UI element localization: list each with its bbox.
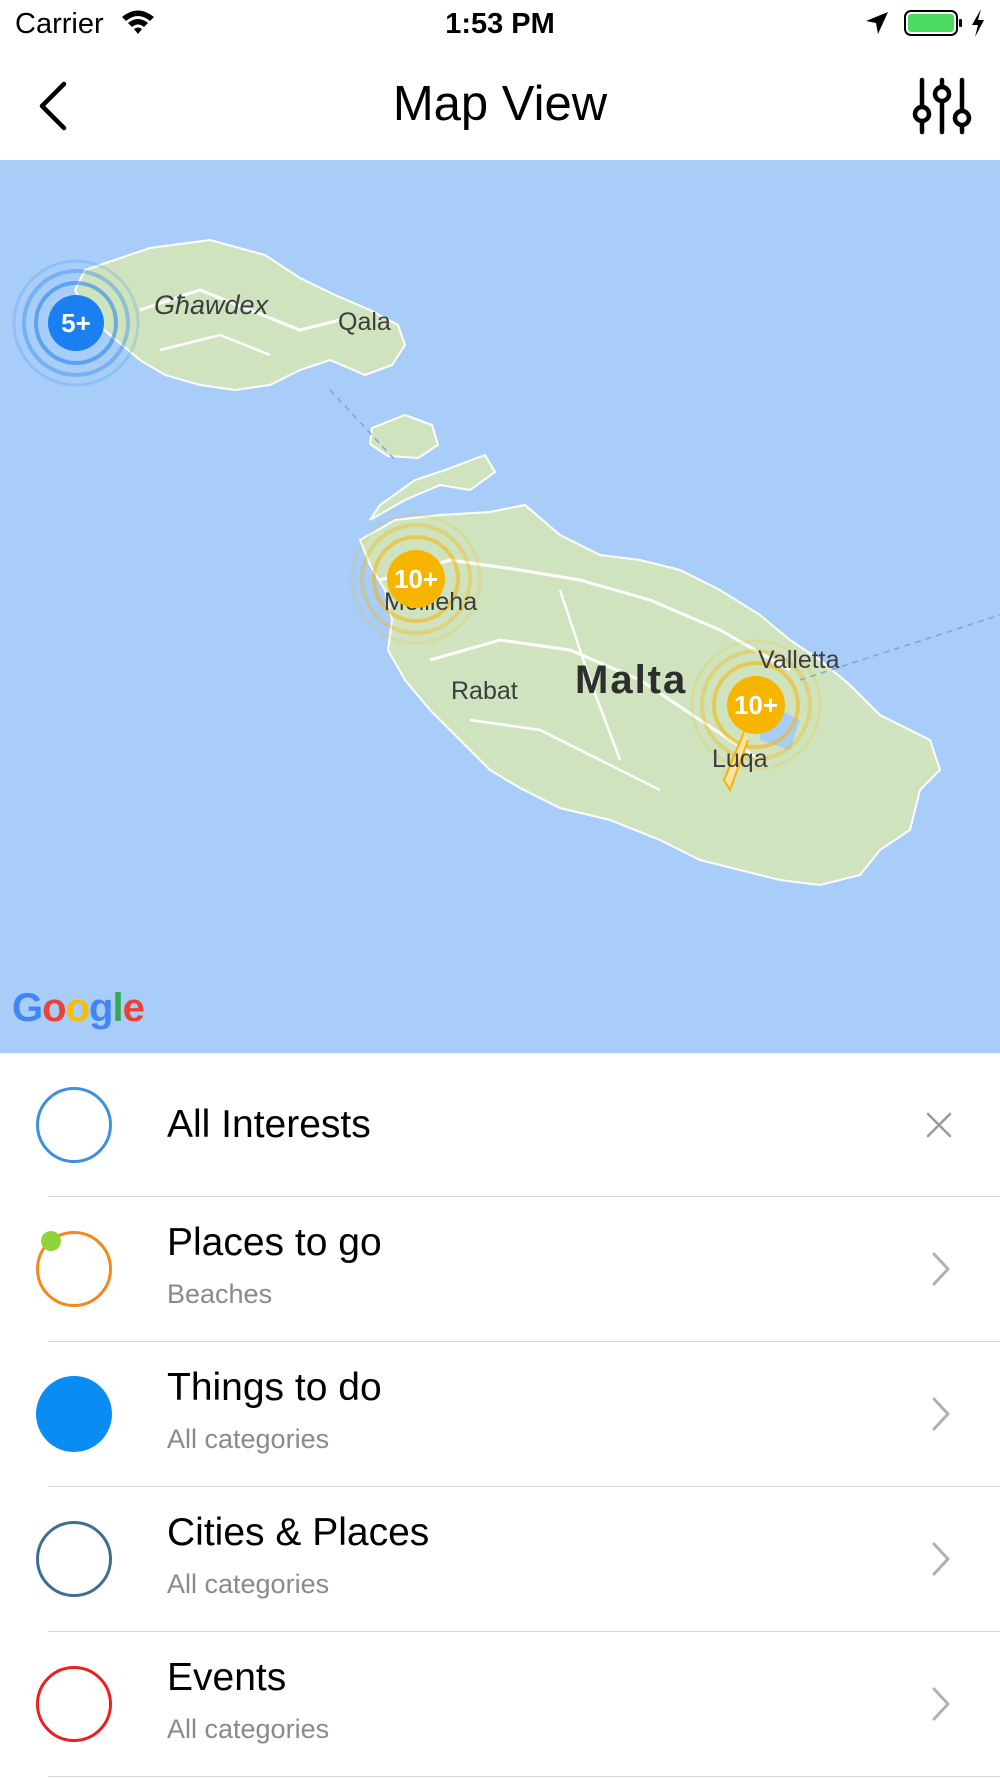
row-divider [48,1776,1000,1777]
status-time: 1:53 PM [445,8,555,40]
close-icon[interactable] [924,1110,954,1140]
chevron-right-icon [932,1397,950,1431]
map-label-malta: Malta [575,658,688,702]
selected-dot-icon [41,1231,61,1251]
map-cluster-marker[interactable]: 10+ [387,550,445,608]
map-label-gozo: Għawdex [154,290,269,320]
google-logo: Google [12,986,145,1030]
list-item-all-interests[interactable]: All Interests [0,1053,1000,1197]
map-label-rabat: Rabat [451,677,518,705]
map-label-qala: Qala [338,308,391,336]
list-item-things-to-do[interactable]: Things to do All categories [0,1342,1000,1487]
list-item-events[interactable]: Events All categories [0,1632,1000,1777]
map-cluster-marker[interactable]: 10+ [727,676,785,734]
battery-icon [904,10,962,36]
list-item-title: Events [167,1656,287,1699]
list-item-subtitle: All categories [167,1569,330,1599]
map-view[interactable]: Għawdex Qala Mellieha Malta Rabat Vallet… [0,160,1000,1053]
filter-button[interactable] [912,74,972,138]
interest-ring-icon [36,1376,112,1452]
list-item-title: All Interests [167,1103,371,1146]
list-item-subtitle: All categories [167,1714,330,1744]
location-arrow-icon [866,12,888,34]
sliders-icon [912,77,972,135]
map-label-luqa: Luqa [712,745,768,773]
charging-bolt-icon [972,9,984,37]
chevron-right-icon [932,1252,950,1286]
list-item-places-to-go[interactable]: Places to go Beaches [0,1197,1000,1342]
page-title: Map View [392,77,608,131]
map-label-valletta: Valletta [758,646,840,674]
list-item-cities-places[interactable]: Cities & Places All categories [0,1487,1000,1632]
navigation-bar: Map View [0,52,1000,160]
map-islands [12,238,1000,887]
list-item-title: Things to do [167,1366,382,1409]
list-item-subtitle: All categories [167,1424,330,1454]
list-item-title: Places to go [167,1221,382,1264]
list-item-subtitle: Beaches [167,1279,273,1309]
interest-ring-icon [36,1521,112,1597]
chevron-right-icon [932,1687,950,1721]
interest-ring-icon [36,1087,112,1163]
status-bar: Carrier 1:53 PM [0,0,1000,52]
list-item-title: Cities & Places [167,1511,430,1554]
interest-list: All Interests Places to go Beaches Thing… [0,1053,1000,1777]
map-cluster-marker[interactable]: 5+ [48,295,104,351]
interest-ring-icon [36,1666,112,1742]
chevron-right-icon [932,1542,950,1576]
